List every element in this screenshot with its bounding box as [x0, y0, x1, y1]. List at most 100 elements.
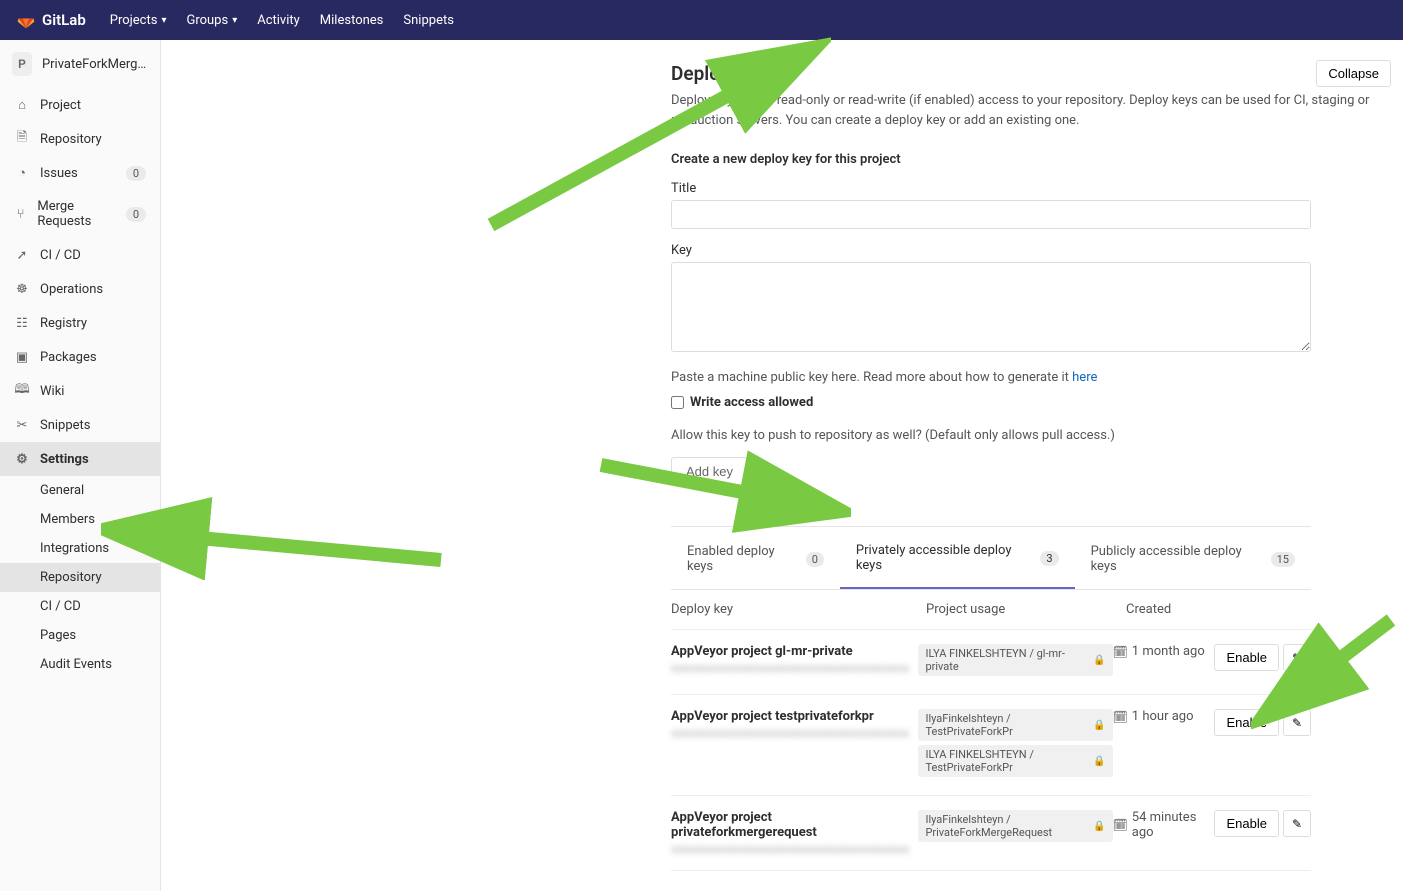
- usage-cell: IlyaFinkelshteyn / TestPrivateForkPr 🔒 IL…: [918, 709, 1112, 781]
- packages-icon: ▣: [14, 349, 30, 365]
- form-heading: Create a new deploy key for this project: [671, 152, 1391, 167]
- main-content: Deploy Keys Collapse Deploy keys allow r…: [161, 40, 1403, 891]
- deploy-key-form: Create a new deploy key for this project…: [671, 152, 1391, 486]
- nav-milestones[interactable]: Milestones: [320, 13, 384, 28]
- created-text: 🗓1 month ago: [1113, 644, 1215, 659]
- section-description: Deploy keys allow read-only or read-writ…: [671, 91, 1391, 130]
- section-title: Deploy Keys: [671, 62, 775, 85]
- settings-audit-events[interactable]: Audit Events: [40, 650, 160, 679]
- nav-projects[interactable]: Projects▾: [110, 13, 167, 28]
- write-access-row: Write access allowed: [671, 395, 1391, 410]
- write-access-checkbox[interactable]: [671, 396, 684, 409]
- lock-icon: 🔒: [1093, 821, 1105, 832]
- deploy-key-tabs: Enabled deploy keys0 Privately accessibl…: [671, 526, 1311, 590]
- collapse-button[interactable]: Collapse: [1316, 60, 1391, 87]
- project-name: PrivateForkMergeRe...: [42, 57, 148, 72]
- usage-badge: ILYA FINKELSHTEYN / gl-mr-private 🔒: [918, 644, 1112, 676]
- navbar-logo[interactable]: GitLab: [16, 10, 86, 30]
- tab-private-keys[interactable]: Privately accessible deploy keys3: [840, 529, 1075, 589]
- wiki-icon: 🕮: [14, 383, 30, 399]
- calendar-icon: 🗓: [1113, 818, 1128, 832]
- sidebar-item-settings[interactable]: ⚙Settings: [0, 442, 160, 476]
- col-header-key: Deploy key: [671, 602, 926, 617]
- edit-button[interactable]: ✎: [1283, 810, 1311, 837]
- sidebar-item-wiki[interactable]: 🕮Wiki: [0, 374, 160, 408]
- chevron-down-icon: ▾: [161, 15, 166, 26]
- edit-button[interactable]: ✎: [1283, 644, 1311, 671]
- key-label: Key: [671, 243, 1391, 258]
- key-fingerprint: xxxxxxxxxxxxxxxxxxxxxxxxxxxxxxxxxxxxxxxx: [671, 726, 918, 740]
- usage-cell: IlyaFinkelshteyn / PrivateForkMergeReque…: [918, 810, 1112, 846]
- settings-pages[interactable]: Pages: [40, 621, 160, 650]
- key-name: AppVeyor project gl-mr-private: [671, 644, 918, 659]
- settings-general[interactable]: General: [40, 476, 160, 505]
- table-row: AppVeyor project testprivateforkprxxxxxx…: [671, 695, 1311, 796]
- settings-repository[interactable]: Repository: [0, 563, 160, 592]
- key-textarea[interactable]: [671, 262, 1311, 352]
- title-input[interactable]: [671, 200, 1311, 229]
- enable-button[interactable]: Enable: [1214, 644, 1278, 671]
- project-avatar: P: [12, 52, 32, 76]
- nav-snippets[interactable]: Snippets: [403, 13, 454, 28]
- sidebar-item-project[interactable]: ⌂Project: [0, 88, 160, 122]
- help-link[interactable]: here: [1072, 370, 1097, 385]
- created-text: 🗓1 hour ago: [1113, 709, 1215, 724]
- rocket-icon: ➚: [14, 247, 30, 263]
- settings-cicd[interactable]: CI / CD: [40, 592, 160, 621]
- sidebar-item-operations[interactable]: ☸Operations: [0, 272, 160, 306]
- sidebar-item-cicd[interactable]: ➚CI / CD: [0, 238, 160, 272]
- col-header-created: Created: [1126, 602, 1231, 617]
- col-header-usage: Project usage: [926, 602, 1126, 617]
- table-header: Deploy key Project usage Created: [671, 590, 1311, 630]
- tab-public-keys[interactable]: Publicly accessible deploy keys15: [1075, 529, 1311, 589]
- home-icon: ⌂: [14, 97, 30, 113]
- settings-submenu: General Members Integrations Repository …: [0, 476, 160, 679]
- sidebar-item-merge-requests[interactable]: ⑂Merge Requests0: [0, 190, 160, 238]
- enable-button[interactable]: Enable: [1214, 810, 1278, 837]
- key-name: AppVeyor project privateforkmergerequest: [671, 810, 918, 840]
- allow-push-help: Allow this key to push to repository as …: [671, 428, 1391, 443]
- issues-icon: ◔: [14, 165, 30, 181]
- calendar-icon: 🗓: [1113, 710, 1128, 724]
- sidebar-item-snippets[interactable]: ✂Snippets: [0, 408, 160, 442]
- key-fingerprint: xxxxxxxxxxxxxxxxxxxxxxxxxxxxxxxxxxxxxxxx: [671, 842, 918, 856]
- usage-badge: ILYA FINKELSHTEYN / TestPrivateForkPr 🔒: [918, 745, 1112, 777]
- add-key-button[interactable]: Add key: [671, 457, 748, 486]
- operations-icon: ☸: [14, 281, 30, 297]
- key-help: Paste a machine public key here. Read mo…: [671, 370, 1391, 385]
- nav-activity[interactable]: Activity: [257, 13, 300, 28]
- nav-groups[interactable]: Groups▾: [186, 13, 237, 28]
- gitlab-logo-icon: [16, 10, 36, 30]
- navbar: GitLab Projects▾ Groups▾ Activity Milest…: [0, 0, 1403, 40]
- snippets-icon: ✂: [14, 417, 30, 433]
- usage-cell: ILYA FINKELSHTEYN / gl-mr-private 🔒: [918, 644, 1112, 680]
- usage-badge: IlyaFinkelshteyn / TestPrivateForkPr 🔒: [918, 709, 1112, 741]
- mr-count: 0: [126, 207, 146, 222]
- enable-button[interactable]: Enable: [1214, 709, 1278, 736]
- sidebar-item-repository[interactable]: 🗎Repository: [0, 122, 160, 156]
- section-header: Deploy Keys Collapse: [671, 60, 1391, 87]
- sidebar-item-issues[interactable]: ◔Issues0: [0, 156, 160, 190]
- navbar-nav: Projects▾ Groups▾ Activity Milestones Sn…: [110, 13, 454, 28]
- issues-count: 0: [126, 166, 146, 181]
- merge-icon: ⑂: [14, 206, 27, 222]
- gear-icon: ⚙: [14, 451, 30, 467]
- calendar-icon: 🗓: [1113, 645, 1128, 659]
- lock-icon: 🔒: [1093, 756, 1105, 767]
- deploy-keys-table: Deploy key Project usage Created AppVeyo…: [671, 590, 1311, 871]
- tab-enabled-keys[interactable]: Enabled deploy keys0: [671, 529, 840, 589]
- table-row: AppVeyor project gl-mr-private xxxxxxxxxx…: [671, 630, 1311, 695]
- edit-button[interactable]: ✎: [1283, 709, 1311, 736]
- sidebar-item-registry[interactable]: ☷Registry: [0, 306, 160, 340]
- settings-members[interactable]: Members: [40, 505, 160, 534]
- repo-icon: 🗎: [14, 131, 30, 147]
- title-label: Title: [671, 181, 1391, 196]
- sidebar-item-packages[interactable]: ▣Packages: [0, 340, 160, 374]
- sidebar: P PrivateForkMergeRe... ⌂Project 🗎Reposi…: [0, 40, 161, 891]
- table-row: AppVeyor project privateforkmergerequest…: [671, 796, 1311, 871]
- project-header[interactable]: P PrivateForkMergeRe...: [0, 40, 160, 88]
- usage-badge: IlyaFinkelshteyn / PrivateForkMergeReque…: [918, 810, 1112, 842]
- settings-integrations[interactable]: Integrations: [40, 534, 160, 563]
- registry-icon: ☷: [14, 315, 30, 331]
- key-fingerprint: xxxxxxxxxxxxxxxxxxxxxxxxxxxxxxxxxxxxxxxx: [671, 661, 918, 675]
